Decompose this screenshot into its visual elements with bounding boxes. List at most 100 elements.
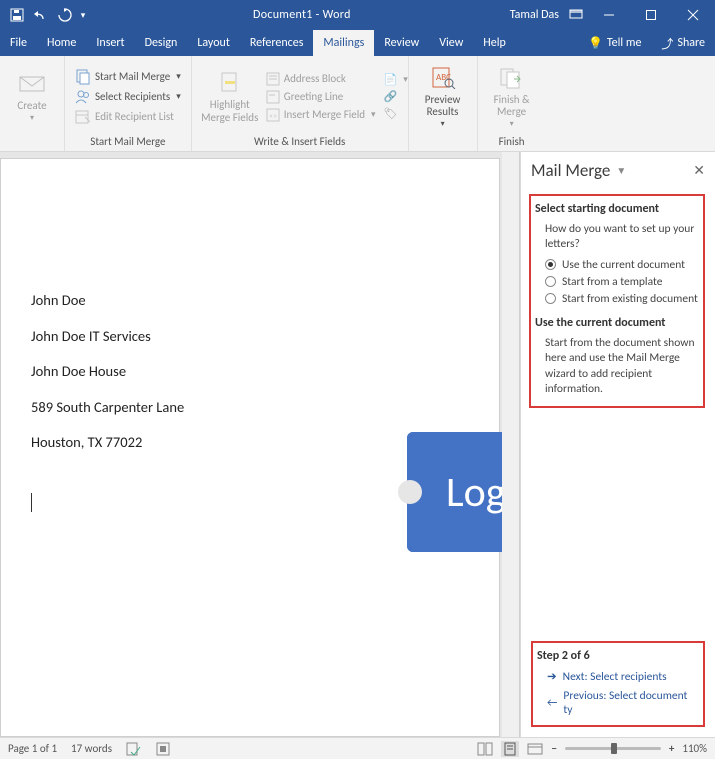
next-step-link[interactable]: ➔Next: Select recipients xyxy=(547,669,695,684)
tab-insert[interactable]: Insert xyxy=(86,30,134,56)
zoom-out-button[interactable]: − xyxy=(551,742,556,755)
print-layout-icon[interactable] xyxy=(501,741,519,757)
pane-close-button[interactable]: ✕ xyxy=(693,162,705,179)
merge-field-icon: «» xyxy=(266,108,280,122)
address-line[interactable]: 589 South Carpenter Lane xyxy=(31,398,499,418)
minimize-button[interactable] xyxy=(593,1,625,29)
finish-icon xyxy=(498,64,526,92)
tab-view[interactable]: View xyxy=(429,30,473,56)
ribbon-tabs: File Home Insert Design Layout Reference… xyxy=(0,30,715,56)
section-prompt: How do you want to set up your letters? xyxy=(545,222,699,252)
prev-step-label: Previous: Select document ty xyxy=(563,689,695,717)
address-icon xyxy=(266,72,280,86)
create-label: Create xyxy=(17,100,46,112)
group-write-insert: Highlight Merge Fields Address Block Gre… xyxy=(192,56,409,151)
radio-existing[interactable]: Start from existing document xyxy=(545,292,699,306)
address-line[interactable]: John Doe xyxy=(31,291,499,311)
tab-home[interactable]: Home xyxy=(37,30,86,56)
spellcheck-icon[interactable] xyxy=(126,742,142,756)
page-status[interactable]: Page 1 of 1 xyxy=(8,742,57,755)
envelope-icon xyxy=(18,70,46,98)
read-mode-icon[interactable] xyxy=(477,742,493,756)
quick-access-toolbar: ▾ xyxy=(0,4,94,26)
tell-me-label: Tell me xyxy=(607,36,642,50)
group-create: Create▾ x xyxy=(0,56,65,151)
title-bar-right: Tamal Das xyxy=(510,1,715,29)
tab-layout[interactable]: Layout xyxy=(187,30,240,56)
radio-dot-icon xyxy=(545,259,556,270)
select-recipients-button[interactable]: Select Recipients▾ xyxy=(73,88,183,106)
share-button[interactable]: ⤴ Share xyxy=(651,30,715,56)
select-recipients-label: Select Recipients xyxy=(95,90,170,103)
share-icon: ⤴ xyxy=(661,35,673,52)
group-label-finish: Finish xyxy=(486,133,538,151)
insert-merge-field-label: Insert Merge Field xyxy=(284,108,365,121)
tab-file[interactable]: File xyxy=(0,30,37,56)
highlight-merge-fields-button: Highlight Merge Fields xyxy=(200,60,260,133)
arrow-right-icon: ➔ xyxy=(547,669,557,684)
svg-text:«»: «» xyxy=(269,111,277,121)
rules-icon: 📄 xyxy=(384,73,398,86)
window-title: Document1 - Word xyxy=(94,8,510,22)
address-block-button: Address Block xyxy=(264,71,378,87)
greeting-icon xyxy=(266,90,280,104)
group-finish: Finish & Merge▾ Finish xyxy=(478,56,546,151)
macro-icon[interactable] xyxy=(156,742,170,756)
zoom-slider[interactable] xyxy=(565,747,661,750)
save-icon[interactable] xyxy=(6,4,28,26)
web-layout-icon[interactable] xyxy=(527,742,543,756)
vertical-scrollbar[interactable] xyxy=(502,152,520,737)
highlight-box-bottom: Step 2 of 6 ➔Next: Select recipients ←Pr… xyxy=(531,641,705,727)
finish-label: Finish & Merge xyxy=(494,94,530,118)
radio-template[interactable]: Start from a template xyxy=(545,275,699,289)
mail-merge-pane: Mail Merge ▼ ✕ Select starting document … xyxy=(520,152,715,737)
prev-step-link[interactable]: ← Previous: Select document ty xyxy=(547,689,695,717)
edit-recipient-label: Edit Recipient List xyxy=(95,110,174,123)
greeting-line-button: Greeting Line xyxy=(264,89,378,105)
greeting-line-label: Greeting Line xyxy=(284,90,344,103)
document-area[interactable]: John Doe John Doe IT Services John Doe H… xyxy=(0,152,502,737)
highlight-label: Highlight Merge Fields xyxy=(201,99,258,123)
logo-text: Log xyxy=(446,467,502,518)
word-count[interactable]: 17 words xyxy=(71,742,112,755)
pane-title: Mail Merge xyxy=(531,160,610,181)
radio-label: Start from a template xyxy=(562,275,662,289)
tab-mailings[interactable]: Mailings xyxy=(313,30,374,56)
radio-use-current[interactable]: Use the current document xyxy=(545,258,699,272)
tab-design[interactable]: Design xyxy=(135,30,188,56)
tab-help[interactable]: Help xyxy=(473,30,516,56)
finish-merge-button: Finish & Merge▾ xyxy=(486,60,538,133)
maximize-button[interactable] xyxy=(635,1,667,29)
radio-dot-icon xyxy=(545,276,556,287)
address-line[interactable]: John Doe IT Services xyxy=(31,327,499,347)
qat-dropdown-icon[interactable]: ▾ xyxy=(78,4,88,26)
user-name[interactable]: Tamal Das xyxy=(510,8,559,22)
tell-me-search[interactable]: 💡 Tell me xyxy=(578,30,651,56)
tab-references[interactable]: References xyxy=(240,30,314,56)
redo-icon[interactable] xyxy=(54,4,76,26)
create-envelopes-button[interactable]: Create▾ xyxy=(8,60,56,133)
close-button[interactable] xyxy=(677,1,709,29)
zoom-level[interactable]: 110% xyxy=(682,742,707,755)
preview-results-button[interactable]: ABC Preview Results▾ xyxy=(417,60,469,133)
preview-label: Preview Results xyxy=(425,94,461,118)
undo-icon[interactable] xyxy=(30,4,52,26)
arrow-left-icon: ← xyxy=(547,696,557,710)
workspace: John Doe John Doe IT Services John Doe H… xyxy=(0,152,715,737)
tab-review[interactable]: Review xyxy=(374,30,429,56)
pane-options-icon[interactable]: ▼ xyxy=(616,164,626,177)
match-icon: 🔗 xyxy=(384,90,398,103)
share-label: Share xyxy=(677,36,705,50)
ribbon: Create▾ x Start Mail Merge▾ Select Recip… xyxy=(0,56,715,152)
logo-shape[interactable]: Log xyxy=(407,432,502,552)
start-mail-merge-button[interactable]: Start Mail Merge▾ xyxy=(73,68,183,86)
lightbulb-icon: 💡 xyxy=(588,36,603,51)
ribbon-display-icon[interactable] xyxy=(569,9,583,21)
address-line[interactable]: John Doe House xyxy=(31,362,499,382)
start-mail-merge-label: Start Mail Merge xyxy=(95,70,170,83)
zoom-in-button[interactable]: + xyxy=(669,742,674,755)
group-label-start-merge: Start Mail Merge xyxy=(73,133,183,151)
radio-label: Use the current document xyxy=(562,258,685,272)
edit-recipient-list-button: Edit Recipient List xyxy=(73,108,183,126)
group-label-write-insert: Write & Insert Fields xyxy=(200,133,400,151)
